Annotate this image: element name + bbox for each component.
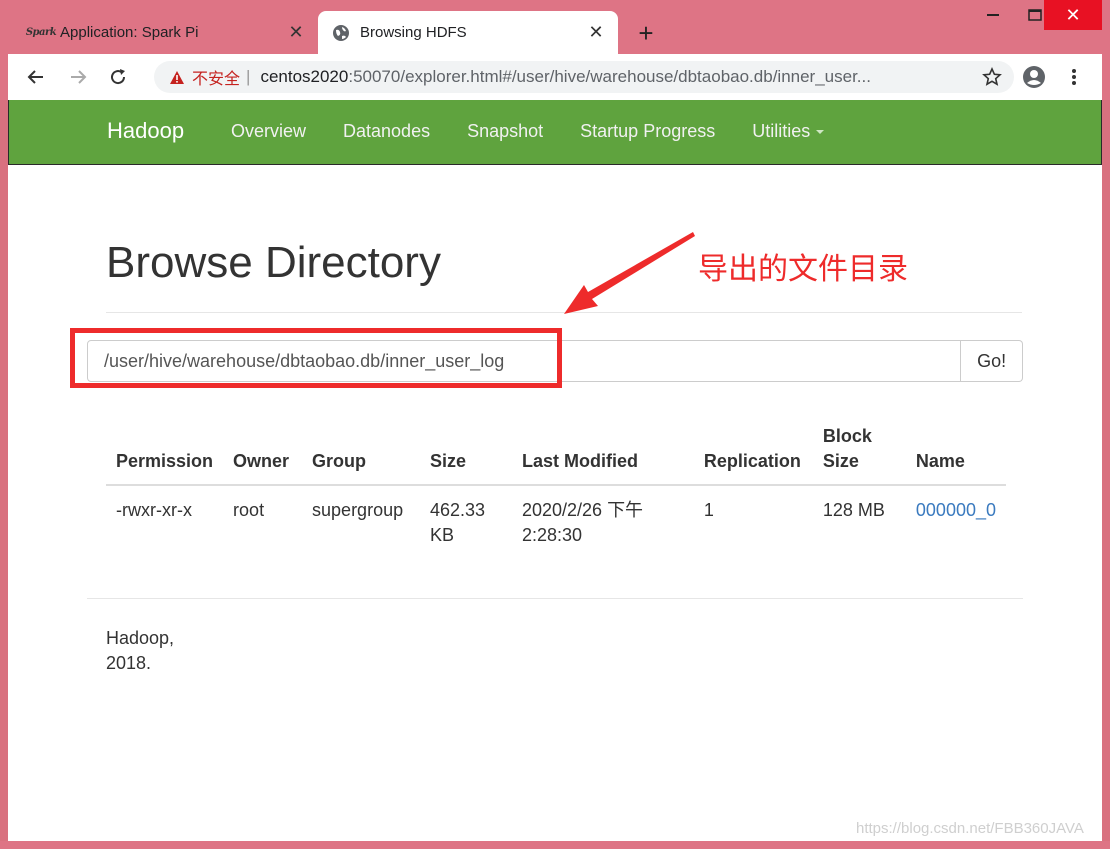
dropdown-caret-icon [816,130,825,135]
cell-group: supergroup [312,500,404,520]
annotation-text: 导出的文件目录 [698,252,908,287]
header-permission[interactable]: Permission [106,416,224,486]
nav-utilities[interactable]: Utilities [752,121,825,142]
annotation-highlight-box [70,328,562,388]
footer-line: 2018. [106,653,152,673]
go-button[interactable]: Go! [961,340,1023,382]
globe-icon [332,24,350,42]
omnibox-separator: | [246,67,251,86]
close-tab-icon[interactable]: ✕ [284,21,308,45]
page-content: Hadoop Overview Datanodes Snapshot Start… [8,100,1102,841]
hadoop-navbar: Hadoop Overview Datanodes Snapshot Start… [8,100,1102,165]
forward-arrow-icon[interactable] [64,63,92,91]
reload-icon[interactable] [104,63,132,91]
footer: Hadoop, 2018. [106,626,174,676]
nav-overview[interactable]: Overview [231,121,306,142]
account-avatar-icon[interactable] [1020,63,1048,91]
tab-browsing-hdfs[interactable]: Browsing HDFS ✕ [318,11,618,54]
cell-owner: root [233,500,265,520]
browser-titlebar: Spark Application: Spark Pi ✕ Browsing H… [0,0,1110,54]
bookmark-star-icon[interactable] [978,63,1006,91]
tab-title: Application: Spark Pi [60,24,199,41]
tab-title: Browsing HDFS [360,24,467,41]
window-close-icon[interactable]: ✕ [1044,0,1102,30]
window-frame-bottom [0,841,1110,849]
footer-line: Hadoop, [106,628,175,648]
close-tab-icon[interactable]: ✕ [584,21,608,45]
cell-replication: 1 [703,500,714,520]
table-row: -rwxr-xr-x root supergroup 462.33 KB 202… [106,485,1006,556]
browser-toolbar: 不安全 | centos2020:50070/explorer.html#/us… [0,54,1110,100]
header-name[interactable]: Name [905,416,1006,486]
header-group[interactable]: Group [302,416,421,486]
address-bar[interactable]: 不安全 | centos2020:50070/explorer.html#/us… [154,61,1014,93]
footer-divider [87,598,1023,599]
file-table: Permission Owner Group Size Last Modifie… [106,416,1006,556]
nav-snapshot[interactable]: Snapshot [467,121,543,142]
nav-datanodes[interactable]: Datanodes [343,121,430,142]
back-arrow-icon[interactable] [22,63,50,91]
cell-last-modified: 2020/2/26 下午2:28:30 [521,500,644,545]
nav-startup-progress[interactable]: Startup Progress [580,121,715,142]
tab-spark-pi[interactable]: Spark Application: Spark Pi ✕ [18,11,318,54]
minimize-icon[interactable] [972,0,1014,30]
url-text[interactable]: centos2020:50070/explorer.html#/user/hiv… [260,67,978,87]
cell-size: 462.33 KB [430,500,486,545]
menu-kebab-icon[interactable] [1060,63,1088,91]
cell-permission: -rwxr-xr-x [116,500,192,520]
header-replication[interactable]: Replication [693,416,813,486]
spark-logo-icon: Spark [25,27,57,38]
page-title: Browse Directory [106,238,441,287]
watermark: https://blog.csdn.net/FBB360JAVA [856,820,1084,837]
navbar-links: Overview Datanodes Snapshot Startup Prog… [231,121,861,142]
header-last-modified[interactable]: Last Modified [511,416,694,486]
new-tab-button[interactable]: + [632,19,660,47]
header-size[interactable]: Size [420,416,512,486]
navbar-brand[interactable]: Hadoop [107,118,184,144]
security-label[interactable]: 不安全 [192,65,240,89]
table-header-row: Permission Owner Group Size Last Modifie… [106,416,1006,486]
file-link[interactable]: 000000_0 [916,500,996,520]
warning-triangle-icon [168,68,186,86]
header-owner[interactable]: Owner [223,416,303,486]
cell-name: 000000_0 [906,485,1006,556]
header-block-size[interactable]: Block Size [812,416,906,486]
annotation-arrow-icon [564,232,695,314]
cell-block-size: 128 MB [822,500,885,520]
